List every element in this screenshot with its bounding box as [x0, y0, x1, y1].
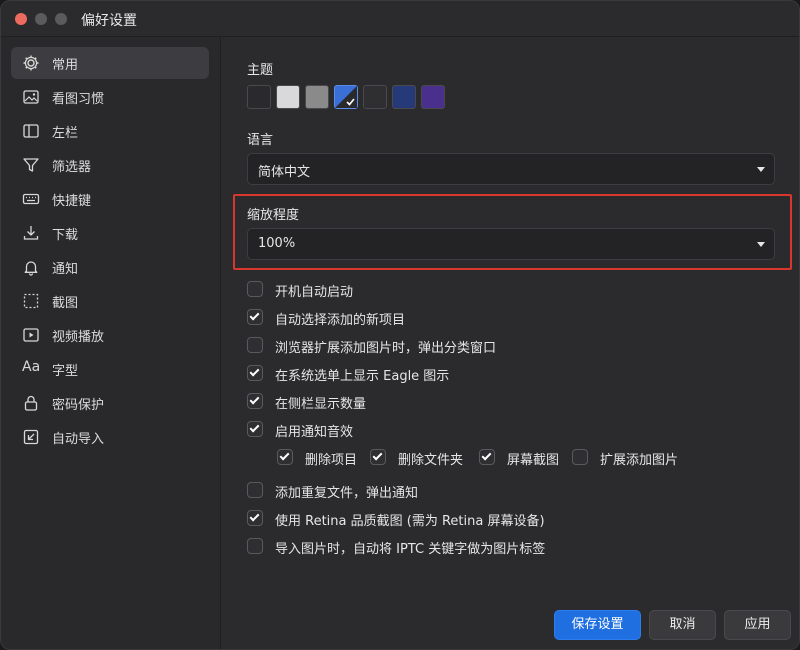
checkmark-icon — [372, 450, 383, 461]
cancel-button[interactable]: 取消 — [649, 610, 716, 640]
sidebar-item-left-panel[interactable]: 左栏 — [11, 115, 209, 147]
filter-icon — [22, 156, 40, 174]
lock-icon — [22, 394, 40, 412]
zoom-label: 缩放程度 — [247, 208, 300, 223]
bell-icon — [22, 258, 40, 276]
checkbox[interactable] — [247, 510, 263, 526]
checkbox-label: 自动选择添加的新项目 — [275, 313, 406, 328]
close-window-button[interactable] — [15, 13, 27, 25]
sidebar-item-filters[interactable]: 筛选器 — [11, 149, 209, 181]
sidebar-item-label: 视频播放 — [52, 330, 105, 345]
chevron-down-icon — [757, 242, 765, 247]
checkbox-label: 扩展添加图片 — [600, 453, 679, 468]
checkbox[interactable] — [247, 482, 263, 498]
checkbox[interactable] — [370, 449, 386, 465]
checkbox-label: 使用 Retina 品质截图 (需为 Retina 屏幕设备) — [275, 514, 545, 529]
sidebar-item-label: 看图习惯 — [52, 92, 105, 107]
checkmark-icon — [249, 511, 260, 522]
theme-swatch[interactable] — [247, 85, 271, 109]
font-icon: Aa — [22, 359, 41, 375]
theme-swatch[interactable] — [334, 85, 358, 109]
minimize-window-button[interactable] — [35, 13, 47, 25]
sidebar-item-label: 快捷键 — [52, 194, 92, 209]
image-icon — [22, 88, 40, 106]
theme-swatch[interactable] — [392, 85, 416, 109]
theme-swatch[interactable] — [276, 85, 300, 109]
sidebar-item-label: 字型 — [52, 364, 79, 379]
settings-panel: 主题 语言 简体中文 缩放程度 100% 开机自动启动自动选择添加的新项目浏览器… — [222, 37, 799, 649]
checkbox[interactable] — [247, 421, 263, 437]
sidebar-item-label: 截图 — [52, 296, 79, 311]
preferences-window: 偏好设置 常用 看图习惯 左栏 筛选器 快捷键 下载 通知 截图 视频播放 Aa… — [0, 0, 800, 650]
title-bar: 偏好设置 — [1, 1, 799, 37]
language-value: 简体中文 — [258, 165, 311, 180]
sidebar-item-download[interactable]: 下载 — [11, 217, 209, 249]
zoom-window-button[interactable] — [55, 13, 67, 25]
keyboard-icon — [22, 190, 40, 208]
theme-swatch[interactable] — [305, 85, 329, 109]
checkbox-label: 启用通知音效 — [275, 425, 354, 440]
sidebar: 常用 看图习惯 左栏 筛选器 快捷键 下载 通知 截图 视频播放 Aa 字型 密… — [1, 37, 221, 649]
checkbox[interactable] — [247, 538, 263, 554]
sidebar-item-general[interactable]: 常用 — [11, 47, 209, 79]
checkmark-icon — [481, 450, 492, 461]
checkbox-label: 删除项目 — [305, 453, 358, 468]
checkbox[interactable] — [277, 449, 293, 465]
sidebar-item-label: 密码保护 — [52, 398, 105, 413]
checkbox-label: 屏幕截图 — [507, 453, 560, 468]
sidebar-item-label: 自动导入 — [52, 432, 105, 447]
checkbox[interactable] — [247, 281, 263, 297]
sidebar-item-label: 常用 — [52, 58, 79, 73]
checkbox[interactable] — [247, 365, 263, 381]
theme-swatch[interactable] — [363, 85, 387, 109]
checkbox-label: 在系统选单上显示 Eagle 图示 — [275, 369, 450, 384]
sidebar-item-password[interactable]: 密码保护 — [11, 387, 209, 419]
checkbox-label: 开机自动启动 — [275, 285, 354, 300]
sidebar-item-video[interactable]: 视频播放 — [11, 319, 209, 351]
checkmark-icon — [249, 366, 260, 377]
checkbox-label: 导入图片时，自动将 IPTC 关键字做为图片标签 — [275, 542, 546, 557]
apply-button[interactable]: 应用 — [724, 610, 791, 640]
checkbox[interactable] — [247, 337, 263, 353]
save-settings-button[interactable]: 保存设置 — [554, 610, 641, 640]
checkbox[interactable] — [247, 309, 263, 325]
zoom-select[interactable]: 100% — [247, 228, 775, 260]
checkbox-label: 在侧栏显示数量 — [275, 397, 367, 412]
checkbox-label: 添加重复文件，弹出通知 — [275, 486, 419, 501]
checkbox[interactable] — [572, 449, 588, 465]
checkmark-icon — [249, 310, 260, 321]
window-title: 偏好设置 — [81, 13, 137, 29]
chevron-down-icon — [757, 167, 765, 172]
sidebar-icon — [22, 122, 40, 140]
import-icon — [22, 428, 40, 446]
sidebar-item-label: 通知 — [52, 262, 79, 277]
language-select[interactable]: 简体中文 — [247, 153, 775, 185]
download-icon — [22, 224, 40, 242]
sidebar-item-viewing[interactable]: 看图习惯 — [11, 81, 209, 113]
checkbox[interactable] — [247, 393, 263, 409]
language-label: 语言 — [247, 133, 274, 148]
sidebar-item-label: 筛选器 — [52, 160, 92, 175]
checkbox-label: 浏览器扩展添加图片时，弹出分类窗口 — [275, 341, 497, 356]
sidebar-item-label: 左栏 — [52, 126, 79, 141]
theme-swatch[interactable] — [421, 85, 445, 109]
video-icon — [22, 326, 40, 344]
checkmark-icon — [249, 394, 260, 405]
checkmark-icon — [335, 86, 357, 108]
checkmark-icon — [279, 450, 290, 461]
sidebar-item-auto-import[interactable]: 自动导入 — [11, 421, 209, 453]
checkbox-label: 删除文件夹 — [398, 453, 464, 468]
sidebar-item-label: 下载 — [52, 228, 79, 243]
sidebar-item-font[interactable]: Aa 字型 — [11, 353, 209, 385]
sidebar-item-notifications[interactable]: 通知 — [11, 251, 209, 283]
sidebar-item-screenshot[interactable]: 截图 — [11, 285, 209, 317]
checkbox[interactable] — [479, 449, 495, 465]
zoom-value: 100% — [258, 236, 296, 251]
gear-icon — [22, 54, 40, 72]
theme-label: 主题 — [247, 63, 274, 78]
checkmark-icon — [249, 422, 260, 433]
sidebar-item-shortcuts[interactable]: 快捷键 — [11, 183, 209, 215]
screenshot-icon — [22, 292, 40, 310]
